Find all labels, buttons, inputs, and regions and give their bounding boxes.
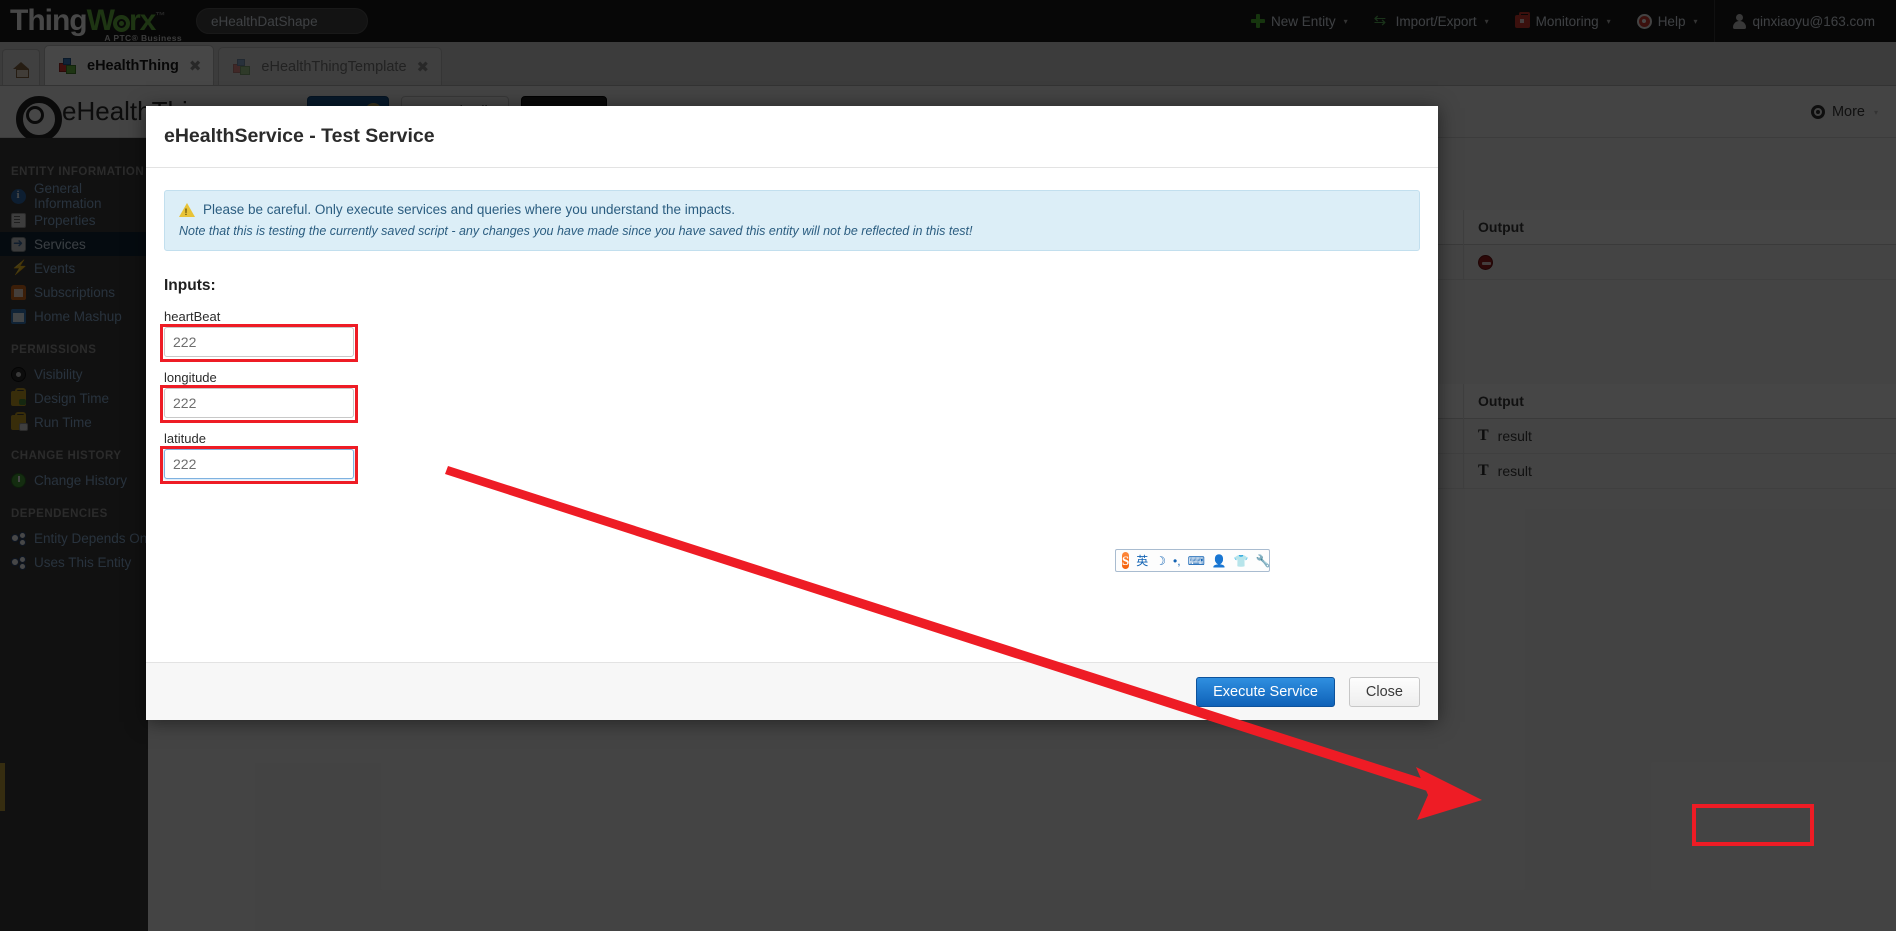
field-latitude: latitude [160, 431, 358, 484]
warning-alert: Please be careful. Only execute services… [164, 190, 1420, 251]
modal-title: eHealthService - Test Service [164, 125, 435, 147]
ime-punctuation-icon[interactable]: •, [1173, 555, 1181, 567]
execute-service-button[interactable]: Execute Service [1196, 676, 1335, 707]
test-service-modal: eHealthService - Test Service Please be … [146, 106, 1438, 720]
ime-language-icon[interactable]: 英 [1136, 555, 1148, 567]
sogou-logo-icon[interactable]: S [1122, 552, 1130, 569]
sogou-ime-toolbar[interactable]: S 英 ☽ •, ⌨ 👤 👕 🔧 [1115, 549, 1271, 572]
warning-primary-line: Please be careful. Only execute services… [179, 202, 1405, 217]
heartbeat-input[interactable] [164, 327, 354, 357]
field-label: latitude [164, 431, 206, 446]
close-button[interactable]: Close [1348, 676, 1420, 707]
ime-keyboard-icon[interactable]: ⌨ [1188, 555, 1205, 567]
latitude-input[interactable] [164, 449, 354, 479]
warning-text: Please be careful. Only execute services… [203, 202, 736, 217]
thingworx-composer-app: ThingWrx™ A PTC® Business New Entity ▾ ⇆… [0, 0, 1896, 931]
ime-settings-icon[interactable]: 🔧 [1256, 555, 1271, 567]
warning-note-text: Note that this is testing the currently … [179, 224, 973, 238]
modal-footer: Execute Service Close [146, 662, 1438, 720]
warning-icon [179, 202, 195, 217]
ime-skin-icon[interactable]: 👕 [1234, 555, 1249, 567]
field-longitude: longitude [160, 370, 358, 423]
field-heartbeat: heartBeat [160, 309, 358, 362]
ime-moon-icon[interactable]: ☽ [1155, 555, 1166, 567]
modal-body: Please be careful. Only execute services… [146, 168, 1438, 662]
field-label: heartBeat [164, 309, 221, 324]
inputs-section-label: Inputs: [164, 277, 216, 294]
field-label: longitude [164, 370, 217, 385]
ime-user-icon[interactable]: 👤 [1212, 555, 1227, 567]
longitude-input[interactable] [164, 388, 354, 418]
modal-header: eHealthService - Test Service [146, 106, 1438, 168]
